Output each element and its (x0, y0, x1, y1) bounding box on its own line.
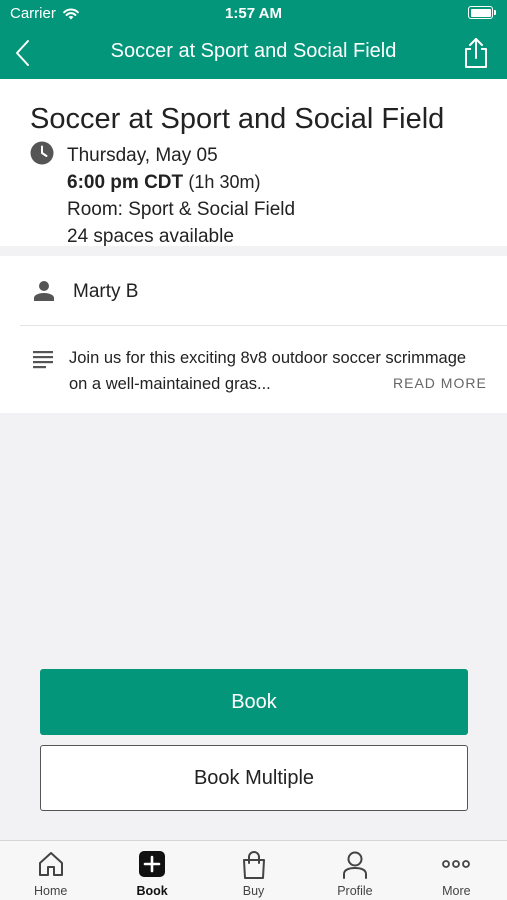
book-multiple-button[interactable]: Book Multiple (40, 745, 468, 811)
home-icon (38, 852, 63, 876)
read-more-link[interactable]: READ MORE (393, 375, 487, 391)
status-time: 1:57 AM (225, 5, 282, 22)
battery-icon (468, 6, 496, 19)
tab-home[interactable]: Home (0, 841, 101, 900)
instructor-row: Marty B (0, 256, 507, 326)
description-icon (33, 351, 53, 369)
event-room: Room: Sport & Social Field (67, 199, 296, 220)
shopping-bag-icon (242, 851, 265, 879)
tab-book[interactable]: Book (101, 841, 202, 900)
event-time: 6:00 pm CDT (67, 172, 184, 193)
divider (20, 325, 507, 326)
person-icon (34, 281, 54, 301)
share-icon (465, 38, 487, 68)
event-extra-card: Marty B Join us for this exciting 8v8 ou… (0, 256, 507, 413)
tab-more-label: More (442, 884, 471, 898)
event-time-line: 6:00 pm CDT (1h 30m) (67, 169, 295, 196)
event-date: Thursday, May 05 (67, 145, 218, 166)
tab-buy[interactable]: Buy (203, 841, 304, 900)
book-button[interactable]: Book (40, 669, 468, 735)
share-button[interactable] (461, 36, 491, 70)
app-header: Carrier 1:57 AM Soccer at Sport and Soci… (0, 0, 507, 79)
status-bar: Carrier 1:57 AM (0, 0, 507, 28)
nav-bar: Soccer at Sport and Social Field (0, 28, 507, 79)
tab-profile[interactable]: Profile (304, 841, 405, 900)
clock-icon (30, 141, 54, 165)
event-details: Thursday, May 05 6:00 pm CDT (1h 30m) Ro… (67, 142, 295, 250)
tab-home-label: Home (34, 884, 68, 898)
tab-profile-label: Profile (337, 884, 373, 898)
more-dots-icon (442, 860, 471, 868)
nav-title: Soccer at Sport and Social Field (110, 40, 397, 62)
event-duration: (1h 30m) (188, 172, 261, 192)
chevron-left-icon (16, 40, 29, 66)
event-info-card: Soccer at Sport and Social Field Thursda… (0, 79, 507, 247)
tab-more[interactable]: More (406, 841, 507, 900)
profile-icon (342, 851, 367, 879)
back-button[interactable] (10, 37, 38, 69)
tab-bar: Home Book Buy Profile More (0, 840, 507, 900)
tab-buy-label: Buy (242, 884, 265, 898)
tab-book-label: Book (136, 884, 168, 898)
instructor-name: Marty B (73, 281, 139, 302)
event-spaces: 24 spaces available (67, 226, 234, 247)
event-title: Soccer at Sport and Social Field (30, 103, 445, 135)
plus-square-icon (139, 851, 166, 877)
